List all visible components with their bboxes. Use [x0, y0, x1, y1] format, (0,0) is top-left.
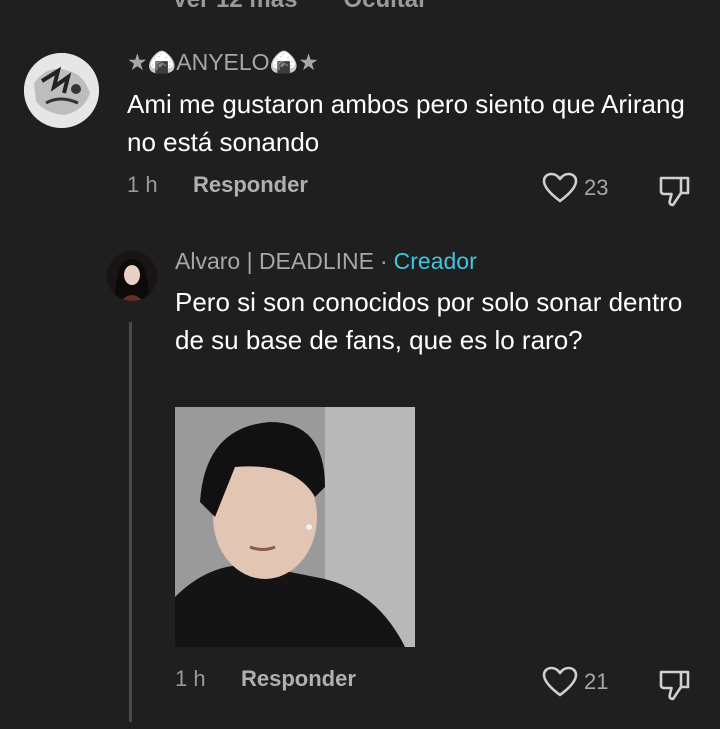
commenter-username[interactable]: ★🍙ANYELO🍙★ [127, 49, 319, 76]
thumbs-down-icon [659, 176, 690, 207]
view-more-link[interactable]: Ver 12 más [172, 0, 297, 14]
commenter-avatar[interactable] [24, 53, 99, 128]
reply-meta: 1 h Responder [175, 666, 356, 692]
reply-header: Alvaro | DEADLINE · Creador [175, 248, 477, 275]
thumbs-down-icon [659, 670, 690, 701]
thread-line [129, 322, 132, 722]
heart-outline-icon [542, 666, 578, 697]
comment-meta: 1 h Responder [127, 172, 308, 198]
header-separator: · [379, 248, 388, 274]
reply-image[interactable] [175, 407, 415, 647]
comment-text: Ami me gustaron ambos pero siento que Ar… [127, 89, 685, 157]
heart-outline-icon [542, 172, 578, 203]
hide-replies-link[interactable]: Ocultar [343, 0, 427, 14]
collapsed-replies-row: Ver 12 más Ocultar [172, 0, 427, 14]
creator-username[interactable]: Alvaro | DEADLINE [175, 248, 374, 275]
dislike-button[interactable] [657, 172, 693, 213]
comment-time: 1 h [127, 172, 158, 197]
creator-avatar[interactable] [107, 251, 157, 301]
reply-text: Pero si son conocidos por solo sonar den… [175, 287, 683, 355]
like-count: 23 [584, 175, 609, 200]
reply-time: 1 h [175, 666, 206, 691]
like-button[interactable]: 23 [542, 172, 608, 204]
creator-badge: Creador [393, 248, 477, 274]
reply-like-count: 21 [584, 669, 609, 694]
reply-reply-button[interactable]: Responder [241, 666, 356, 692]
reply-like-button[interactable]: 21 [542, 666, 608, 698]
reply-dislike-button[interactable] [657, 666, 693, 707]
reply-button[interactable]: Responder [193, 172, 308, 198]
